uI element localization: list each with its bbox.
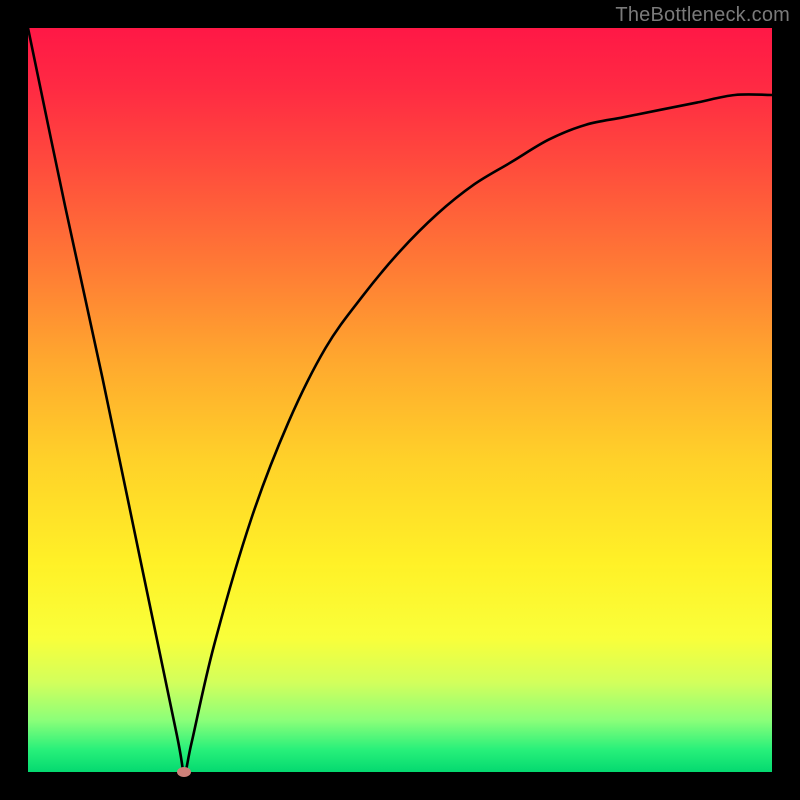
chart-frame: TheBottleneck.com [0, 0, 800, 800]
curve-path [28, 28, 772, 772]
bottleneck-curve [28, 28, 772, 772]
optimum-marker [177, 767, 191, 777]
attribution-text: TheBottleneck.com [615, 4, 790, 27]
plot-area [28, 28, 772, 772]
